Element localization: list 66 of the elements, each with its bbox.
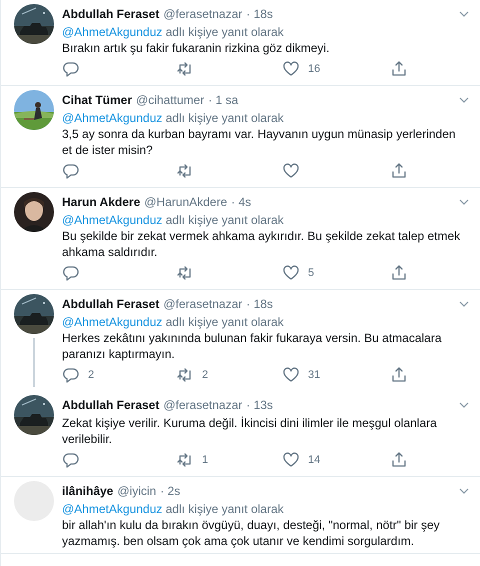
retweet-button[interactable]: 1 bbox=[176, 450, 208, 468]
like-button[interactable]: 16 bbox=[282, 60, 320, 78]
user-name[interactable]: Cihat Tümer bbox=[62, 93, 132, 107]
share-button[interactable] bbox=[390, 60, 408, 78]
tweet-text: 3,5 ay sonra da kurban bayramı var. Hayvanın uygun münasip yerlerinden et de ister misin? bbox=[62, 126, 457, 158]
like-button[interactable] bbox=[282, 162, 300, 180]
heart-icon bbox=[282, 366, 300, 384]
reply-icon bbox=[62, 162, 80, 180]
user-handle[interactable]: @iyicin bbox=[117, 484, 156, 498]
reply-button[interactable] bbox=[62, 60, 80, 78]
like-button[interactable]: 31 bbox=[282, 366, 320, 384]
tweet-text: Zekat kişiye verilir. Kuruma değil. İkincisi dini ilimler ile meşgul olanlara verilebilir. bbox=[62, 415, 438, 447]
share-icon bbox=[390, 60, 408, 78]
reply-context: @AhmetAkgunduz adlı kişiye yanıt olarak bbox=[62, 314, 285, 330]
tweet-time[interactable]: · 1 sa bbox=[208, 93, 238, 107]
reply-icon bbox=[62, 366, 80, 384]
tweet-time[interactable]: · 2s bbox=[160, 484, 180, 498]
heart-icon bbox=[282, 60, 300, 78]
like-button[interactable]: 14 bbox=[282, 450, 320, 468]
reply-icon bbox=[62, 264, 80, 282]
mention-link[interactable]: @AhmetAkgunduz bbox=[62, 315, 162, 329]
tweet-text: Bu şekilde bir zekat vermek ahkama aykırıdır. Bu şekilde zekat talep etmek ahkama saldırıdır. bbox=[62, 228, 462, 260]
user-handle[interactable]: @cihattumer bbox=[136, 93, 204, 107]
user-handle[interactable]: @ferasetnazar bbox=[163, 7, 242, 21]
share-icon bbox=[390, 264, 408, 282]
tweet-time[interactable]: · 18s bbox=[246, 297, 273, 311]
tweet-text: Herkes zekâtını yakınında bulunan fakir fukaraya versin. Bu atmacalara paranızı kaptırmayın. bbox=[62, 330, 443, 362]
user-name[interactable]: Abdullah Feraset bbox=[62, 297, 160, 311]
reply-context: @AhmetAkgunduz adlı kişiye yanıt olarak bbox=[62, 501, 285, 517]
share-icon bbox=[390, 366, 408, 384]
user-handle[interactable]: @ferasetnazar bbox=[163, 297, 242, 311]
reply-icon bbox=[62, 450, 80, 468]
tweet-time[interactable]: · 4s bbox=[231, 195, 252, 209]
user-handle[interactable]: @HarunAkdere bbox=[144, 195, 228, 209]
tweet-text: Bırakın artık şu fakir fukaranin rizkina göz dikmeyi. bbox=[62, 40, 330, 56]
share-button[interactable] bbox=[390, 162, 408, 180]
share-button[interactable] bbox=[390, 450, 408, 468]
reply-context: @AhmetAkgunduz adlı kişiye yanıt olarak bbox=[62, 24, 285, 40]
share-button[interactable] bbox=[390, 366, 408, 384]
reply-icon bbox=[62, 60, 80, 78]
mention-link[interactable]: @AhmetAkgunduz bbox=[62, 213, 162, 227]
share-icon bbox=[390, 162, 408, 180]
user-handle[interactable]: @ferasetnazar bbox=[163, 398, 242, 412]
user-name[interactable]: Harun Akdere bbox=[62, 195, 140, 209]
reply-context: @AhmetAkgunduz adlı kişiye yanıt olarak bbox=[62, 110, 285, 126]
retweet-button[interactable]: 2 bbox=[176, 366, 208, 384]
user-name[interactable]: ilânihâye bbox=[62, 484, 114, 498]
mention-link[interactable]: @AhmetAkgunduz bbox=[62, 111, 162, 125]
reply-button[interactable] bbox=[62, 162, 80, 180]
reply-button[interactable] bbox=[62, 450, 80, 468]
reply-button[interactable]: 2 bbox=[62, 366, 94, 384]
heart-icon bbox=[282, 450, 300, 468]
share-button[interactable] bbox=[390, 264, 408, 282]
tweet-time[interactable]: · 13s bbox=[246, 398, 273, 412]
heart-icon bbox=[282, 264, 300, 282]
heart-icon bbox=[282, 162, 300, 180]
user-name[interactable]: Abdullah Feraset bbox=[62, 398, 160, 412]
user-name[interactable]: Abdullah Feraset bbox=[62, 7, 160, 21]
tweet-time[interactable]: · 18s bbox=[246, 7, 273, 21]
mention-link[interactable]: @AhmetAkgunduz bbox=[62, 25, 162, 39]
mention-link[interactable]: @AhmetAkgunduz bbox=[62, 502, 162, 516]
share-icon bbox=[390, 450, 408, 468]
like-button[interactable]: 5 bbox=[282, 264, 314, 282]
reply-button[interactable] bbox=[62, 264, 80, 282]
tweet-text: bir allah'ın kulu da bırakın övgüyü, duayı, desteği, "normal, nötr" bir şey yazmamış. ben olsam çok ama çok utanır ve kendimi sorgulardım. bbox=[62, 517, 441, 549]
reply-context: @AhmetAkgunduz adlı kişiye yanıt olarak bbox=[62, 212, 285, 228]
